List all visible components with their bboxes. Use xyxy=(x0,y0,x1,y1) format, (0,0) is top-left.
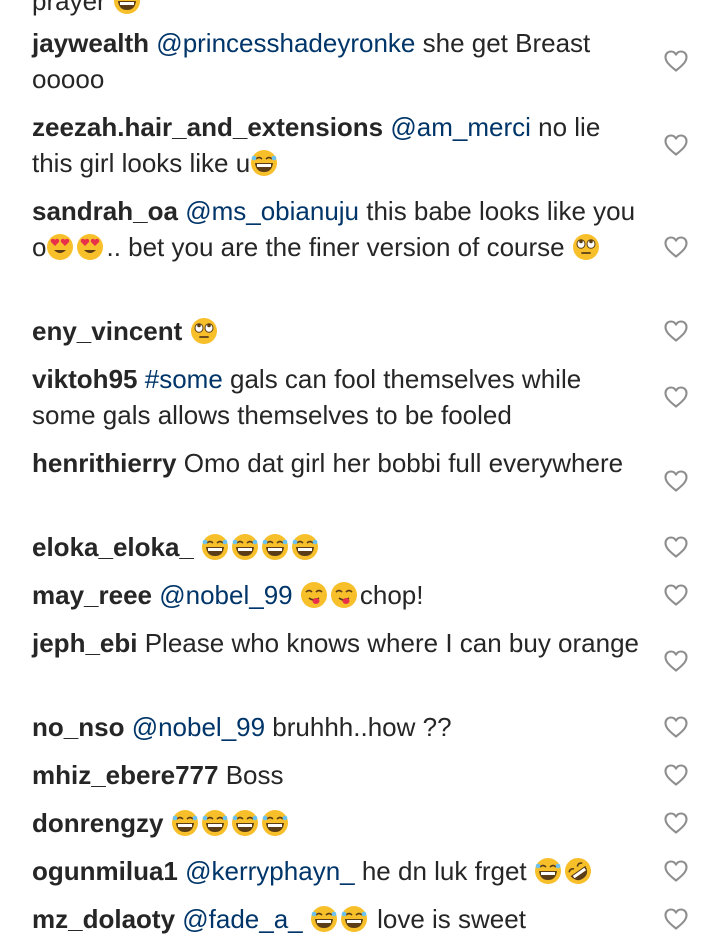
comment-text: mz_dolaoty @fade_a_ love is sweet xyxy=(32,901,647,937)
comment-row: eny_vincent xyxy=(0,313,720,349)
comment-row: mz_dolaoty @fade_a_ love is sweet xyxy=(0,901,720,937)
comment-text: zeezah.hair_and_extensions @am_merci no … xyxy=(32,109,647,181)
comment-username[interactable]: mhiz_ebere777 xyxy=(32,760,218,790)
comment-body: Omo dat girl her bobbi full everywhere xyxy=(183,448,624,478)
comment-row: sandrah_oa @ms_obianuju this babe looks … xyxy=(0,193,720,301)
heart-outline-icon[interactable] xyxy=(663,48,689,74)
comment-username[interactable]: sandrah_oa xyxy=(32,196,178,226)
heart-outline-icon[interactable] xyxy=(663,762,689,788)
comment-row: mhiz_ebere777 Boss xyxy=(0,757,720,793)
comment-row: donrengzy xyxy=(0,805,720,841)
comment-row: no_nso @nobel_99 bruhhh..how ?? xyxy=(0,709,720,745)
comment-text: henrithierry Omo dat girl her bobbi full… xyxy=(32,445,647,481)
comment-username[interactable]: eloka_eloka_ xyxy=(32,532,194,562)
yum-emoji-icon xyxy=(330,581,358,609)
mention-link[interactable]: @nobel_99 xyxy=(159,580,292,610)
mention-link[interactable]: @kerryphayn_ xyxy=(185,856,354,886)
comment-username[interactable]: jeph_ebi xyxy=(32,628,137,658)
heart-outline-icon[interactable] xyxy=(663,810,689,836)
heart-outline-icon[interactable] xyxy=(663,132,689,158)
mention-link[interactable]: @fade_a_ xyxy=(182,904,302,934)
comment-body xyxy=(303,904,310,934)
comment-row: eloka_eloka_ xyxy=(0,529,720,565)
comment-body: bruhhh..how ?? xyxy=(265,712,452,742)
yum-emoji-icon xyxy=(300,581,328,609)
comment-body xyxy=(293,580,300,610)
comment-row: viktoh95 #some gals can fool themselves … xyxy=(0,361,720,433)
heart-outline-icon[interactable] xyxy=(663,534,689,560)
comment-text: prayer xyxy=(32,0,647,19)
comment-username[interactable]: no_nso xyxy=(32,712,124,742)
heart-eyes-emoji-icon xyxy=(76,233,104,261)
rofl-emoji-icon xyxy=(564,857,592,885)
comment-username[interactable]: donrengzy xyxy=(32,808,163,838)
comment-body: .. bet you are the finer version of cour… xyxy=(106,232,572,262)
comment-text: no_nso @nobel_99 bruhhh..how ?? xyxy=(32,709,647,745)
mention-link[interactable]: @am_merci xyxy=(390,112,531,142)
mention-link[interactable]: @princesshadeyronke xyxy=(156,28,415,58)
comment-body: he dn luk frget xyxy=(354,856,534,886)
comment-body: prayer xyxy=(32,0,113,16)
comment-username[interactable]: eny_vincent xyxy=(32,316,182,346)
grin-sweat-emoji-icon xyxy=(171,809,199,837)
grin-sweat-emoji-icon xyxy=(261,533,289,561)
comment-text: eloka_eloka_ xyxy=(32,529,647,565)
hashtag-link[interactable]: #some xyxy=(145,364,223,394)
heart-outline-icon[interactable] xyxy=(663,648,689,674)
comment-row: jaywealth @princesshadeyronke she get Br… xyxy=(0,25,720,97)
comment-row: may_reee @nobel_99 chop! xyxy=(0,577,720,613)
comment-body: Please who knows where I can buy orange xyxy=(144,628,640,658)
comment-username[interactable]: viktoh95 xyxy=(32,364,138,394)
heart-outline-icon[interactable] xyxy=(663,318,689,344)
comment-body: love is sweet xyxy=(369,904,526,934)
grin-sweat-emoji-icon xyxy=(250,149,278,177)
grin-sweat-emoji-icon xyxy=(340,905,368,933)
comment-text: donrengzy xyxy=(32,805,647,841)
grin-sweat-emoji-icon xyxy=(291,533,319,561)
comment-body: chop! xyxy=(359,580,424,610)
comment-username[interactable]: ogunmilua1 xyxy=(32,856,178,886)
comment-text: jaywealth @princesshadeyronke she get Br… xyxy=(32,25,647,97)
heart-outline-icon[interactable] xyxy=(663,384,689,410)
grin-sweat-emoji-icon xyxy=(201,809,229,837)
comment-text: may_reee @nobel_99 chop! xyxy=(32,577,647,613)
heart-outline-icon[interactable] xyxy=(663,906,689,932)
heart-outline-icon[interactable] xyxy=(663,234,689,260)
heart-outline-icon[interactable] xyxy=(663,468,689,494)
grin-sweat-emoji-icon xyxy=(113,0,141,15)
comment-text: mhiz_ebere777 Boss xyxy=(32,757,647,793)
heart-outline-icon[interactable] xyxy=(663,582,689,608)
grin-sweat-emoji-icon xyxy=(310,905,338,933)
grin-sweat-emoji-icon xyxy=(231,809,259,837)
comment-body: Boss xyxy=(225,760,284,790)
comment-username[interactable]: henrithierry xyxy=(32,448,177,478)
comment-row: jeph_ebi Please who knows where I can bu… xyxy=(0,625,720,697)
rolling-eyes-emoji-icon xyxy=(190,317,218,345)
comment-row: henrithierry Omo dat girl her bobbi full… xyxy=(0,445,720,517)
comment-text: viktoh95 #some gals can fool themselves … xyxy=(32,361,647,433)
mention-link[interactable]: @nobel_99 xyxy=(132,712,265,742)
rolling-eyes-emoji-icon xyxy=(572,233,600,261)
comment-text: sandrah_oa @ms_obianuju this babe looks … xyxy=(32,193,647,265)
heart-eyes-emoji-icon xyxy=(46,233,74,261)
grin-sweat-emoji-icon xyxy=(231,533,259,561)
comment-text: jeph_ebi Please who knows where I can bu… xyxy=(32,625,647,661)
comment-row: prayer xyxy=(0,0,720,19)
comment-username[interactable]: mz_dolaoty xyxy=(32,904,175,934)
comment-row: ogunmilua1 @kerryphayn_ he dn luk frget xyxy=(0,853,720,889)
heart-outline-icon[interactable] xyxy=(663,714,689,740)
comments-list: prayer jaywealth @princesshadeyronke she… xyxy=(0,0,720,934)
grin-sweat-emoji-icon xyxy=(261,809,289,837)
grin-sweat-emoji-icon xyxy=(201,533,229,561)
comment-row: zeezah.hair_and_extensions @am_merci no … xyxy=(0,109,720,181)
comment-username[interactable]: jaywealth xyxy=(32,28,149,58)
comment-text: ogunmilua1 @kerryphayn_ he dn luk frget xyxy=(32,853,647,889)
comment-text: eny_vincent xyxy=(32,313,647,349)
mention-link[interactable]: @ms_obianuju xyxy=(185,196,359,226)
heart-outline-icon[interactable] xyxy=(663,858,689,884)
comment-username[interactable]: may_reee xyxy=(32,580,152,610)
comment-username[interactable]: zeezah.hair_and_extensions xyxy=(32,112,383,142)
grin-sweat-emoji-icon xyxy=(534,857,562,885)
